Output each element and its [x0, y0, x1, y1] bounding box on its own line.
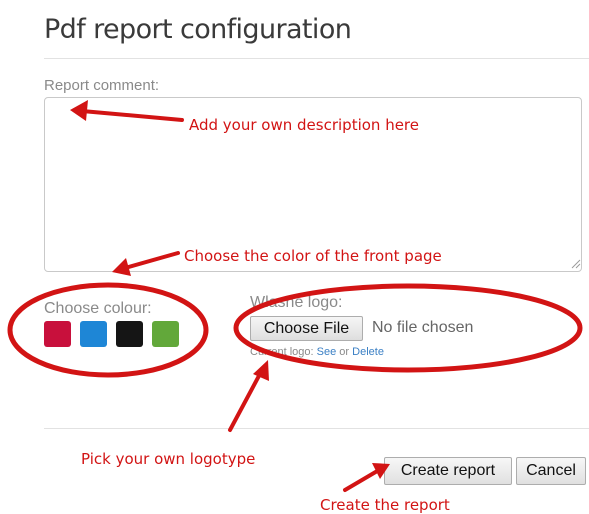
annotation-arrowhead-colour [112, 258, 131, 276]
annotation-arrowhead-description [70, 100, 88, 121]
annotation-arrow-logo-shaft [228, 370, 263, 432]
annotation-logotype-text: Pick your own logotype [81, 450, 256, 468]
annotation-front-page-color-text: Choose the color of the front page [184, 247, 442, 265]
annotation-arrow-create-shaft [343, 468, 381, 492]
annotation-ellipse-logo [233, 283, 583, 373]
annotation-shapes [7, 109, 583, 492]
annotation-description-text: Add your own description here [189, 116, 419, 134]
annotation-create-text: Create the report [320, 496, 450, 514]
annotation-arrowhead-logo [253, 360, 269, 381]
annotation-arrow-colour-shaft [123, 251, 180, 270]
annotation-ellipse-colour [7, 282, 209, 378]
annotation-arrow-description-shaft [80, 109, 184, 122]
